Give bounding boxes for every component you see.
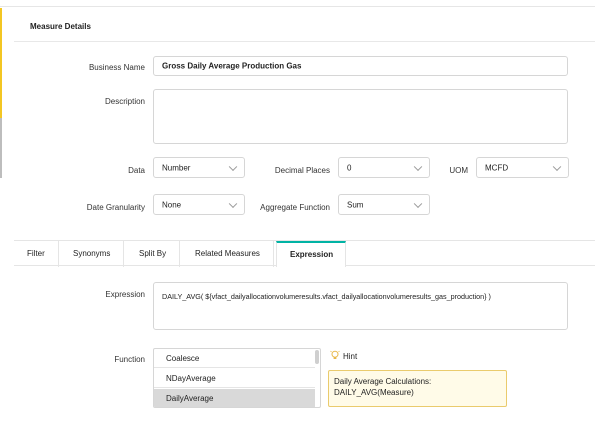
- decimal-places-select[interactable]: 0: [338, 157, 430, 178]
- uom-label: UOM: [449, 166, 468, 175]
- expression-value: DAILY_AVG( ${vfact_dailyallocationvolume…: [162, 292, 491, 301]
- function-label: Function: [114, 355, 145, 364]
- aggregate-function-select[interactable]: Sum: [338, 194, 430, 215]
- list-scrollbar[interactable]: [315, 350, 319, 364]
- tab-related-measures[interactable]: Related Measures: [182, 241, 274, 267]
- date-granularity-select[interactable]: None: [153, 194, 245, 215]
- description-label: Description: [104, 97, 145, 106]
- aggregate-function-value: Sum: [347, 200, 364, 209]
- tab-expression[interactable]: Expression: [276, 241, 346, 267]
- description-textarea[interactable]: [153, 89, 568, 144]
- chevron-down-icon: [228, 162, 238, 171]
- section-header: Measure Details: [14, 12, 595, 42]
- tab-synonyms[interactable]: Synonyms: [60, 241, 125, 267]
- uom-value: MCFD: [485, 163, 509, 172]
- chevron-down-icon: [413, 199, 423, 208]
- expression-editor[interactable]: DAILY_AVG( ${vfact_dailyallocationvolume…: [153, 282, 568, 330]
- chevron-down-icon: [228, 199, 238, 208]
- uom-select[interactable]: MCFD: [476, 157, 569, 178]
- tab-filter[interactable]: Filter: [14, 241, 59, 267]
- list-item-selected[interactable]: DailyAverage: [154, 389, 315, 407]
- decimal-places-label: Decimal Places: [274, 166, 330, 175]
- decimal-places-value: 0: [347, 163, 352, 172]
- date-granularity-value: None: [162, 200, 182, 209]
- section-title: Measure Details: [30, 22, 91, 31]
- left-scroll-gutter: [0, 118, 2, 178]
- business-name-value: Gross Daily Average Production Gas: [162, 61, 302, 71]
- hint-line-1: Daily Average Calculations:: [334, 377, 432, 386]
- data-select-value: Number: [162, 163, 191, 172]
- hint-box: Daily Average Calculations: DAILY_AVG(Me…: [328, 370, 507, 407]
- business-name-input[interactable]: Gross Daily Average Production Gas: [153, 56, 568, 76]
- left-accent-bar: [0, 8, 2, 118]
- top-divider: [0, 6, 595, 7]
- hint-line-2: DAILY_AVG(Measure): [334, 388, 414, 397]
- list-item[interactable]: NDayAverage: [154, 369, 315, 388]
- business-name-label: Business Name: [88, 63, 145, 72]
- tab-bar: Filter Synonyms Split By Related Measure…: [14, 240, 595, 267]
- tab-split-by[interactable]: Split By: [126, 241, 181, 267]
- chevron-down-icon: [413, 162, 423, 171]
- aggregate-function-label: Aggregate Function: [260, 203, 330, 212]
- lightbulb-icon: [330, 350, 340, 360]
- data-select[interactable]: Number: [153, 157, 245, 178]
- date-granularity-label: Date Granularity: [86, 203, 145, 212]
- chevron-down-icon: [552, 162, 562, 171]
- expression-label: Expression: [105, 290, 145, 299]
- hint-label: Hint: [343, 352, 358, 361]
- data-label: Data: [128, 166, 145, 175]
- list-item[interactable]: Coalesce: [154, 349, 315, 368]
- function-list[interactable]: Coalesce NDayAverage DailyAverage: [153, 348, 321, 408]
